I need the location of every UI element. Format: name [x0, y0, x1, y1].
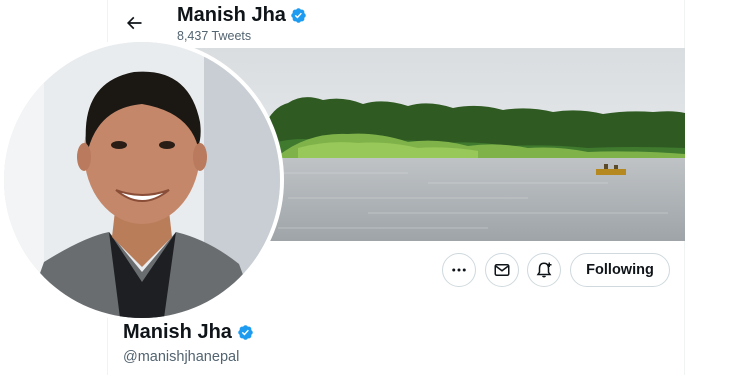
message-button[interactable]	[485, 253, 519, 287]
more-dots-icon	[452, 268, 466, 272]
following-button[interactable]: Following	[570, 253, 670, 287]
tweet-count: 8,437 Tweets	[177, 29, 252, 43]
header-name-text: Manish Jha	[177, 4, 286, 26]
profile-name-text: Manish Jha	[123, 321, 232, 343]
envelope-icon	[494, 264, 510, 276]
more-button[interactable]	[442, 253, 476, 287]
profile-name: Manish Jha	[123, 321, 254, 344]
avatar[interactable]	[0, 38, 284, 322]
bell-plus-icon	[536, 262, 552, 278]
avatar-photo	[4, 42, 280, 318]
header-name: Manish Jha	[177, 4, 307, 27]
verified-badge-icon	[291, 8, 306, 23]
profile-handle: @manishjhanepal	[123, 349, 240, 365]
back-arrow-icon[interactable]	[123, 12, 145, 34]
notifications-button[interactable]	[527, 253, 561, 287]
verified-badge-icon	[238, 325, 253, 340]
